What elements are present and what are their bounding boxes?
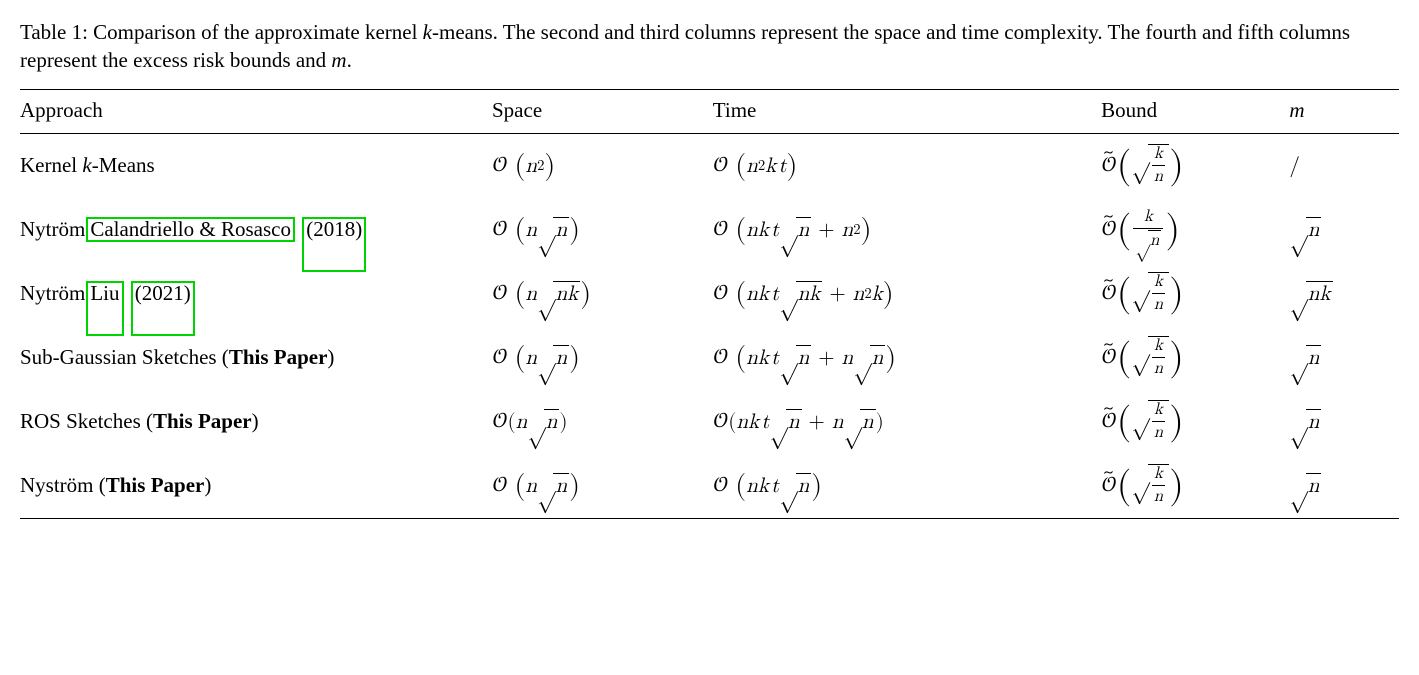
cell-space: 𝒪 (nn) [492, 326, 713, 390]
citation-year-link[interactable]: (2018) [302, 217, 366, 272]
cell-bound: 𝒪(kn) [1101, 133, 1289, 198]
cell-bound: 𝒪(kn) [1101, 390, 1289, 454]
cell-approach: Kernel k-Means [20, 133, 492, 198]
citation-link[interactable]: Liu [86, 281, 123, 336]
cell-space: 𝒪 (nnk) [492, 262, 713, 326]
cite-year: 2021 [142, 281, 184, 305]
citation-year-link[interactable]: (2021) [131, 281, 195, 336]
approach-suffix: ) [204, 473, 211, 497]
approach-prefix: Sub-Gaussian Sketches ( [20, 345, 229, 369]
approach-k: k [82, 153, 91, 177]
cell-m: n [1289, 390, 1399, 454]
caption-m: m [331, 48, 346, 72]
caption-k: k [423, 20, 432, 44]
cell-time: 𝒪(nk tn + nn) [713, 390, 1101, 454]
caption-label: Table 1: [20, 20, 88, 44]
cell-time: 𝒪 (nk tnk + n2k) [713, 262, 1101, 326]
cell-time: 𝒪 (nk tn + nn) [713, 326, 1101, 390]
cell-m: / [1289, 133, 1399, 198]
cell-space: 𝒪(nn) [492, 390, 713, 454]
table-row: Kernel k-Means 𝒪 (n2) 𝒪 (n2k t) 𝒪(kn) / [20, 133, 1399, 198]
col-time: Time [713, 89, 1101, 133]
cell-m: n [1289, 198, 1399, 262]
approach-prefix: Nytröm [20, 217, 85, 241]
approach-bold: This Paper [106, 473, 205, 497]
cell-approach: NytrömCalandriello & Rosasco (2018) [20, 198, 492, 262]
approach-prefix: ROS Sketches ( [20, 409, 153, 433]
caption-period: . [347, 48, 352, 72]
approach-bold: This Paper [229, 345, 328, 369]
caption-text-1: Comparison of the approximate kernel [88, 20, 423, 44]
cell-space: 𝒪 (nn) [492, 198, 713, 262]
cell-time: 𝒪 (nk tn) [713, 454, 1101, 519]
approach-prefix: Nyström ( [20, 473, 106, 497]
cell-m: n [1289, 454, 1399, 519]
cell-bound: 𝒪(kn) [1101, 262, 1289, 326]
col-space: Space [492, 89, 713, 133]
cell-m: nk [1289, 262, 1399, 326]
table-caption: Table 1: Comparison of the approximate k… [20, 18, 1399, 75]
col-approach: Approach [20, 89, 492, 133]
table-row: ROS Sketches (This Paper) 𝒪(nn) 𝒪(nk tn … [20, 390, 1399, 454]
approach-prefix: Nytröm [20, 281, 85, 305]
approach-suffix: ) [327, 345, 334, 369]
comparison-table: Approach Space Time Bound m Kernel k-Mea… [20, 89, 1399, 519]
table-row: NytrömLiu (2021) 𝒪 (nnk) 𝒪 (nk tnk + n2k… [20, 262, 1399, 326]
col-bound: Bound [1101, 89, 1289, 133]
cite-year: 2018 [313, 217, 355, 241]
col-m: m [1289, 89, 1399, 133]
table-row: Sub-Gaussian Sketches (This Paper) 𝒪 (nn… [20, 326, 1399, 390]
citation-link[interactable]: Calandriello & Rosasco [86, 217, 295, 242]
cell-approach: ROS Sketches (This Paper) [20, 390, 492, 454]
col-m-label: m [1289, 98, 1304, 122]
approach-suffix: -Means [92, 153, 155, 177]
cite-authors: Liu [90, 281, 119, 305]
cell-approach: NytrömLiu (2021) [20, 262, 492, 326]
table-row: Nyström (This Paper) 𝒪 (nn) 𝒪 (nk tn) 𝒪(… [20, 454, 1399, 519]
approach-bold: This Paper [153, 409, 252, 433]
approach-prefix: Kernel [20, 153, 82, 177]
cell-bound: 𝒪(kn) [1101, 454, 1289, 519]
cell-space: 𝒪 (n2) [492, 133, 713, 198]
cell-time: 𝒪 (n2k t) [713, 133, 1101, 198]
cell-bound: 𝒪(kn) [1101, 198, 1289, 262]
table-row: NytrömCalandriello & Rosasco (2018) 𝒪 (n… [20, 198, 1399, 262]
cell-approach: Nyström (This Paper) [20, 454, 492, 519]
cell-m: n [1289, 326, 1399, 390]
cite-authors: Calandriello & Rosasco [90, 217, 291, 241]
cell-time: 𝒪 (nk tn + n2) [713, 198, 1101, 262]
cell-bound: 𝒪(kn) [1101, 326, 1289, 390]
cell-space: 𝒪 (nn) [492, 454, 713, 519]
approach-suffix: ) [252, 409, 259, 433]
